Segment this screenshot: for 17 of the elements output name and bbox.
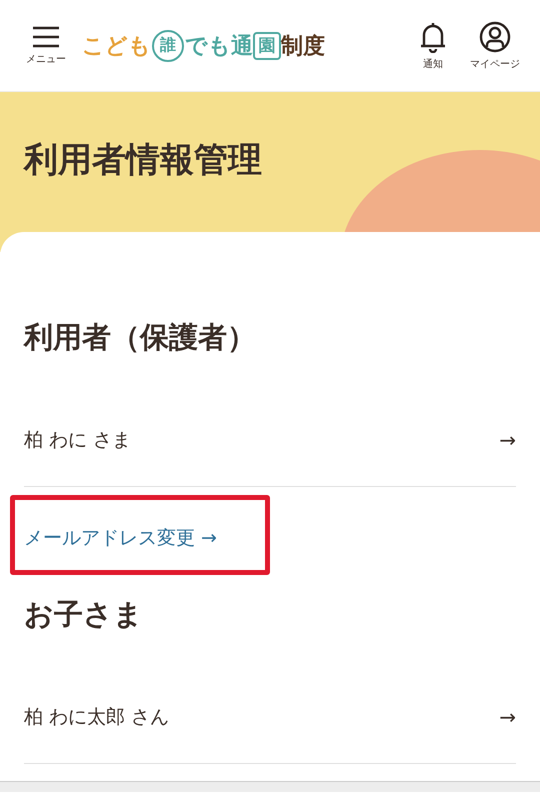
- row-label: 柏 わに さま: [24, 428, 132, 453]
- arrow-icon: →: [499, 428, 516, 452]
- bell-icon: [418, 20, 448, 52]
- menu-icon: [32, 26, 60, 48]
- page-title: 利用者情報管理: [24, 140, 262, 181]
- notifications-button[interactable]: 通知: [418, 20, 448, 70]
- list-row[interactable]: 柏 わに太郎 さん →: [24, 671, 516, 764]
- arrow-icon: →: [499, 705, 516, 729]
- app-logo[interactable]: こども 誰 でも通 園 制度: [82, 30, 418, 62]
- list-row[interactable]: 柏 わに さま →: [24, 394, 516, 487]
- user-icon: [479, 20, 511, 52]
- my-page-button[interactable]: マイページ: [470, 20, 520, 70]
- section-heading: お子さま: [24, 598, 144, 633]
- email-change-link[interactable]: メールアドレス変更 →: [24, 525, 217, 551]
- row-label: 柏 わに太郎 さん: [24, 705, 170, 730]
- section-heading: 利用者（保護者）: [24, 321, 257, 356]
- menu-button[interactable]: メニュー: [26, 26, 66, 66]
